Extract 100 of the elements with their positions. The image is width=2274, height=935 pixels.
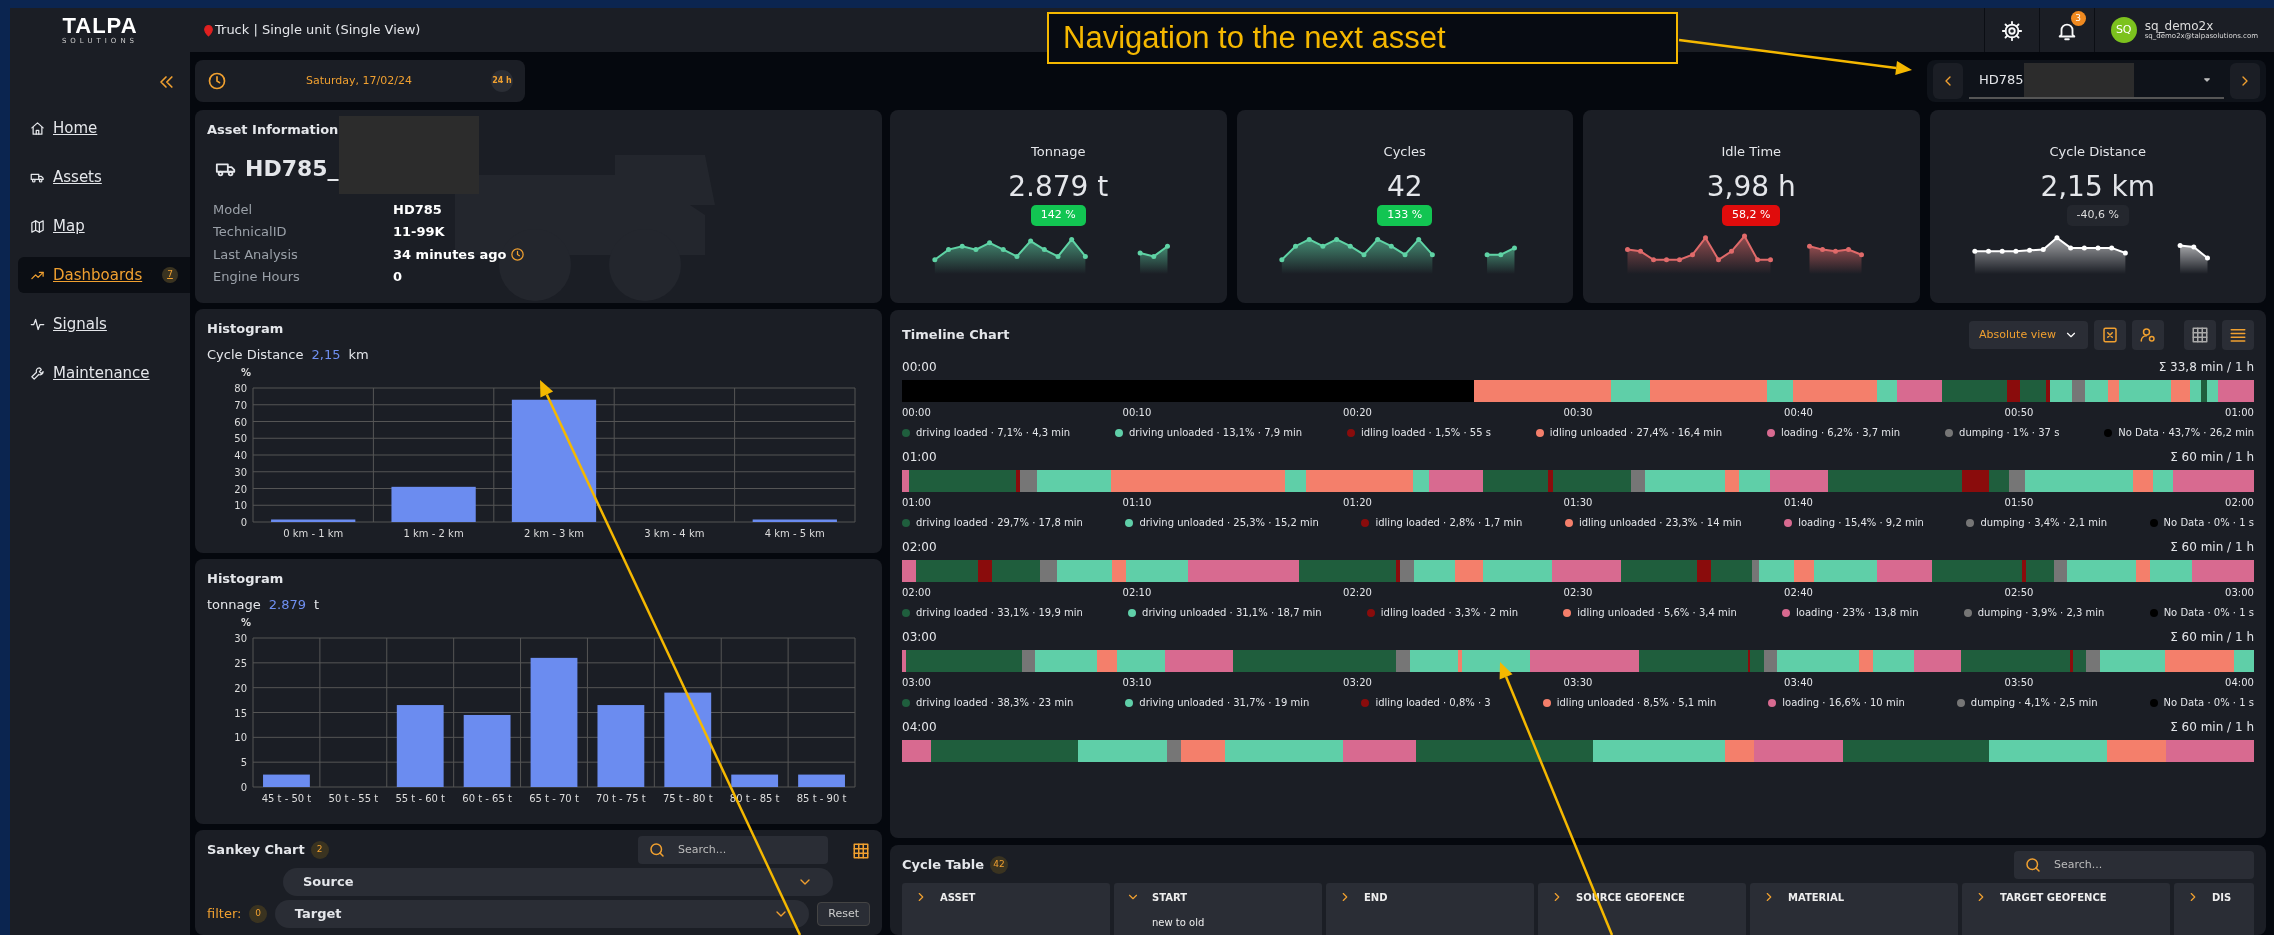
search-input[interactable]: Search... [676,840,816,860]
search-icon [648,841,666,859]
legend-label: No Data · 0% · 1 s [2163,516,2254,530]
next-asset-button[interactable] [2230,63,2260,99]
person-icon [2139,326,2157,344]
target-select[interactable]: Target [274,900,810,928]
tick-label: 25 [234,657,247,669]
change-badge: 142 % [1030,205,1086,226]
category-label: 0 km - 1 km [283,528,344,539]
map-icon [30,218,45,234]
grid-icon [852,841,870,860]
tick-label: 40 [234,450,247,461]
export-button[interactable] [2094,320,2126,350]
time-tick: 00:30 [1563,406,1593,420]
category-label: 55 t - 60 t [395,793,446,804]
kpi-value: 3,98 h [1706,169,1796,204]
time-tick: 03:30 [1563,676,1593,690]
column-header[interactable]: END [1326,883,1534,935]
sidebar-item[interactable]: Home [18,110,190,146]
date-picker[interactable]: Saturday, 17/02/24 24 h [195,60,525,102]
sidebar-item[interactable]: Dashboards 7 [18,257,190,293]
field-value: 34 minutes ago [393,245,507,264]
sidebar-item[interactable]: Assets [18,159,190,195]
change-badge: 58,2 % [1722,205,1781,226]
row-start-time: 02:00 [902,539,937,556]
legend-label: idling unloaded · 23,3% · 14 min [1578,516,1742,530]
column-header[interactable]: MATERIAL [1750,883,1958,935]
field-value: 11-99K [393,223,445,241]
tick-label: 50 [234,433,247,445]
user-name: sq_demo2x [2144,19,2214,33]
time-tick: 02:00 [902,586,931,600]
clock-icon [207,71,227,91]
card-title: Timeline Chart [902,326,1010,345]
tick-label: 0 [240,517,247,528]
legend-label: driving loaded · 29,7% · 17,8 min [916,516,1083,530]
time-tick: 00:00 [902,406,931,420]
previous-asset-button[interactable] [1933,63,1963,99]
layout-toggle[interactable] [2184,320,2216,350]
count-badge: 0 [249,905,267,923]
card-title: Cycle Table [902,856,985,875]
card-title: Histogram [207,320,285,338]
tick-label: 20 [234,483,247,495]
view-select[interactable]: Absolute view [1969,320,2088,350]
time-tick: 01:50 [2004,496,2034,510]
time-tick: 00:20 [1343,406,1372,420]
row-start-time: 01:00 [902,449,937,466]
category-label: 70 t - 75 t [596,793,646,804]
time-tick: 01:30 [1563,496,1593,510]
logo-text: TALPA [62,14,138,37]
search-input[interactable]: Search... [2052,855,2192,875]
tick-label: 5 [240,757,247,769]
layout-toggle[interactable] [2222,320,2254,350]
count-badge: 2 [310,841,329,859]
count-badge: 42 [990,856,1009,874]
count-badge: 7 [162,267,178,283]
time-tick: 03:00 [902,676,931,690]
column-header[interactable]: START new to old [1114,883,1322,935]
notification-count: 3 [2070,11,2086,26]
card-title: Sankey Chart [207,841,305,860]
legend-label: loading · 16,6% · 10 min [1782,696,1905,710]
reset-button[interactable]: Reset [817,901,870,927]
search-field[interactable]: Search... [2014,851,2254,879]
legend-label: driving unloaded · 25,3% · 15,2 min [1139,516,1319,530]
search-field[interactable]: Search... [638,836,828,864]
settings-button[interactable] [2000,18,2023,42]
legend-label: idling loaded · 0,8% · 3 [1375,696,1491,710]
legend-label: dumping · 4,1% · 2,5 min [1970,696,2098,710]
column-header[interactable]: ASSET [902,883,1110,935]
metric-unit: t [313,595,320,614]
sidebar-item[interactable]: Maintenance [18,355,190,391]
change-badge: -40,6 % [2066,205,2129,226]
search-icon [2024,856,2042,874]
kpi-title: Cycle Distance [2049,143,2146,161]
time-tick: 04:00 [2225,676,2254,690]
category-label: 65 t - 70 t [529,793,579,804]
source-select[interactable]: Source [283,868,833,896]
category-label: 2 km - 3 km [523,528,585,539]
row-start-time: 00:00 [902,359,937,376]
tick-label: 10 [234,500,247,512]
card-title: Asset Information [207,121,340,139]
legend-label: loading · 23% · 13,8 min [1796,606,1919,620]
legend-label: driving loaded · 38,3% · 23 min [916,696,1074,710]
time-tick: 01:40 [1784,496,1813,510]
row-start-time: 03:00 [902,629,937,646]
sidebar-item[interactable]: Map [18,208,190,244]
time-tick: 00:10 [1122,406,1152,420]
date-label: Saturday, 17/02/24 [305,72,413,89]
legend-label: idling unloaded · 5,6% · 3,4 min [1577,606,1737,620]
pulse-icon [30,316,45,332]
time-tick: 03:40 [1784,676,1813,690]
column-header[interactable]: DIS [2174,883,2254,935]
range-badge: 24 h [491,70,513,92]
column-header[interactable]: TARGET GEOFENCE [1962,883,2170,935]
field-value: 0 [393,268,403,286]
sidebar-item[interactable]: Signals [18,306,190,342]
kpi-title: Tonnage [1031,143,1086,161]
category-label: 60 t - 65 t [462,793,512,804]
time-tick: 02:20 [1343,586,1372,600]
legend-label: No Data · 0% · 1 s [2163,696,2254,710]
user-button[interactable] [2132,320,2164,350]
